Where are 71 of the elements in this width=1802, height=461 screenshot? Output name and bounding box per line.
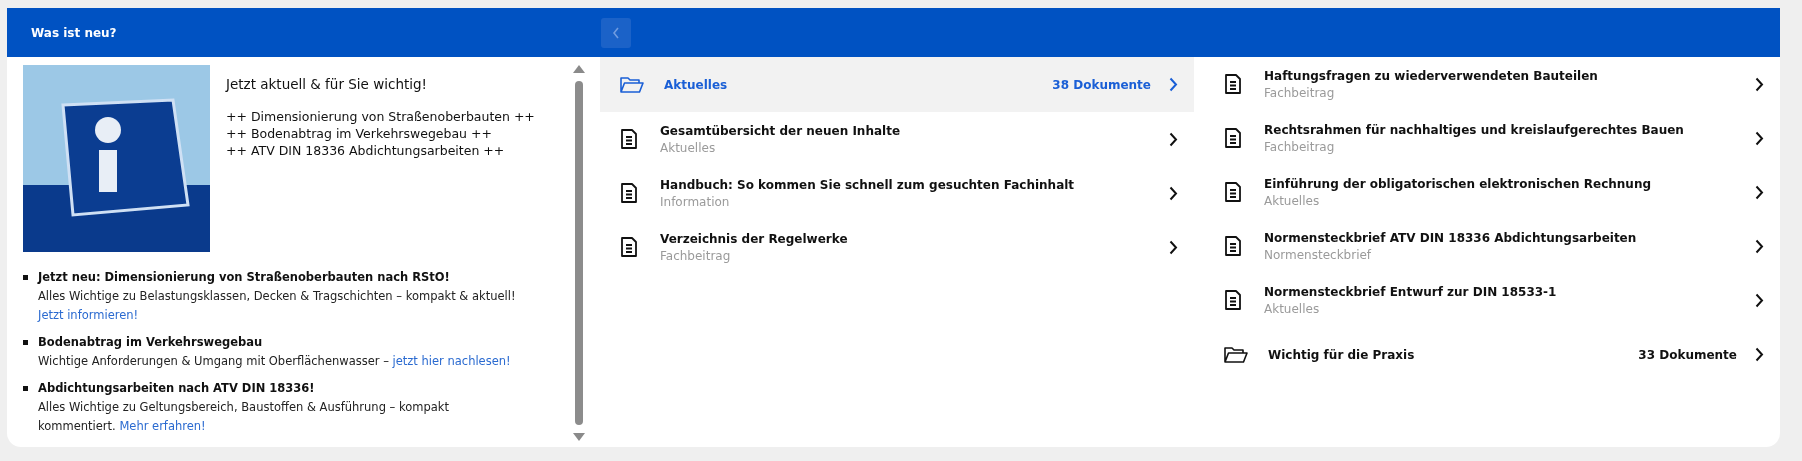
document-category: Fachbeitrag — [1264, 85, 1336, 100]
chevron-right-icon — [1755, 76, 1764, 92]
bullet-icon — [23, 386, 28, 391]
scrollbar-thumb[interactable] — [575, 81, 583, 425]
document-category: Aktuelles — [1264, 193, 1321, 208]
folder-row[interactable]: Wichtig für die Praxis 33 Dokumente — [1204, 327, 1780, 382]
folder-row[interactable]: Aktuelles 38 Dokumente — [600, 57, 1194, 112]
document-count: 38 Dokumente — [1052, 77, 1151, 92]
document-row[interactable]: Rechtsrahmen für nachhaltiges und kreislaufgerechtes Bauen Fachbeitrag — [1204, 111, 1780, 165]
news-text: Alles Wichtige zu Belastungsklassen, Decken & Tragschichten – kompakt & aktuell! Jetzt informieren! — [38, 288, 517, 324]
news-link[interactable]: Jetzt informieren! — [38, 308, 139, 322]
ticker-line: ++ Bodenabtrag im Verkehrswegebau ++ — [226, 125, 493, 142]
document-icon — [1224, 74, 1242, 94]
document-category: Normensteckbrief — [1264, 247, 1373, 262]
document-category: Fachbeitrag — [1264, 139, 1336, 154]
document-title: Normensteckbrief Entwurf zur DIN 18533-1 — [1264, 284, 1558, 299]
document-row[interactable]: Handbuch: So kommen Sie schnell zum gesuchten Fachinhalt Information — [600, 166, 1194, 220]
document-icon — [620, 183, 638, 203]
chevron-right-icon — [1755, 184, 1764, 200]
chevron-right-icon — [1169, 239, 1178, 255]
document-category: Fachbeitrag — [660, 248, 732, 263]
document-title: Einführung der obligatorischen elektronischen Rechnung — [1264, 176, 1652, 191]
chevron-right-icon — [1755, 347, 1764, 362]
news-title: Bodenabtrag im Verkehrswegebau — [38, 334, 264, 351]
folder-icon — [620, 75, 644, 94]
chevron-right-icon — [1755, 238, 1764, 254]
document-row[interactable]: Normensteckbrief Entwurf zur DIN 18533-1 Aktuelles — [1204, 273, 1780, 327]
document-icon — [1224, 128, 1242, 148]
news-link[interactable]: Mehr erfahren! — [119, 419, 206, 433]
document-title: Verzeichnis der Regelwerke — [660, 231, 849, 246]
folder-icon — [1224, 345, 1248, 364]
document-row[interactable]: Einführung der obligatorischen elektronischen Rechnung Aktuelles — [1204, 165, 1780, 219]
ticker-line: ++ ATV DIN 18336 Abdichtungsarbeiten ++ — [226, 142, 506, 159]
document-category: Aktuelles — [1264, 301, 1321, 316]
chevron-right-icon — [1169, 185, 1178, 201]
chevron-right-icon — [1169, 77, 1178, 92]
news-link[interactable]: jetzt hier nachlesen! — [392, 354, 511, 368]
document-title: Handbuch: So kommen Sie schnell zum gesuchten Fachinhalt — [660, 177, 1076, 192]
document-icon — [1224, 236, 1242, 256]
document-icon — [620, 237, 638, 257]
document-row[interactable]: Verzeichnis der Regelwerke Fachbeitrag — [600, 220, 1194, 274]
document-row[interactable]: Gesamtübersicht der neuen Inhalte Aktuelles — [600, 112, 1194, 166]
news-title: Abdichtungsarbeiten nach ATV DIN 18336! — [38, 380, 316, 397]
scroll-down-icon[interactable] — [573, 433, 585, 441]
chevron-right-icon — [1755, 292, 1764, 308]
document-icon — [1224, 182, 1242, 202]
news-text: Wichtige Anforderungen & Umgang mit Oberflächenwasser – jetzt hier nachlesen! — [38, 353, 512, 370]
document-title: Gesamtübersicht der neuen Inhalte — [660, 123, 902, 138]
chevron-right-icon — [1755, 130, 1764, 146]
document-category: Aktuelles — [660, 140, 717, 155]
ticker-line: ++ Dimensionierung von Straßenoberbauten ++ — [226, 108, 535, 125]
document-row[interactable]: Haftungsfragen zu wiederverwendeten Bauteilen Fachbeitrag — [1204, 57, 1780, 111]
bullet-icon — [23, 275, 28, 280]
document-title: Normensteckbrief ATV DIN 18336 Abdichtungsarbeiten — [1264, 230, 1638, 245]
chevron-left-icon — [612, 26, 620, 39]
document-icon — [1224, 290, 1242, 310]
document-count: 33 Dokumente — [1638, 347, 1737, 362]
panel-title: Was ist neu? — [31, 25, 117, 40]
news-title: Jetzt neu: Dimensionierung von Straßenoberbauten nach RStO! — [38, 269, 451, 286]
document-title: Haftungsfragen zu wiederverwendeten Bauteilen — [1264, 68, 1599, 83]
folder-title: Aktuelles — [664, 77, 729, 92]
chevron-right-icon — [1169, 131, 1178, 147]
document-row[interactable]: Normensteckbrief ATV DIN 18336 Abdichtungsarbeiten Normensteckbrief — [1204, 219, 1780, 273]
folder-title: Wichtig für die Praxis — [1268, 347, 1416, 362]
document-title: Rechtsrahmen für nachhaltiges und kreislaufgerechtes Bauen — [1264, 122, 1685, 137]
document-category: Information — [660, 194, 731, 209]
document-icon — [620, 129, 638, 149]
news-text: Alles Wichtige zu Geltungsbereich, Baustoffen & Ausführung – kompakt kommentiert. Mehr erfahren! — [38, 399, 450, 435]
scroll-up-icon[interactable] — [573, 65, 585, 73]
bullet-icon — [23, 340, 28, 345]
news-headline: Jetzt aktuell & für Sie wichtig! — [226, 76, 428, 92]
